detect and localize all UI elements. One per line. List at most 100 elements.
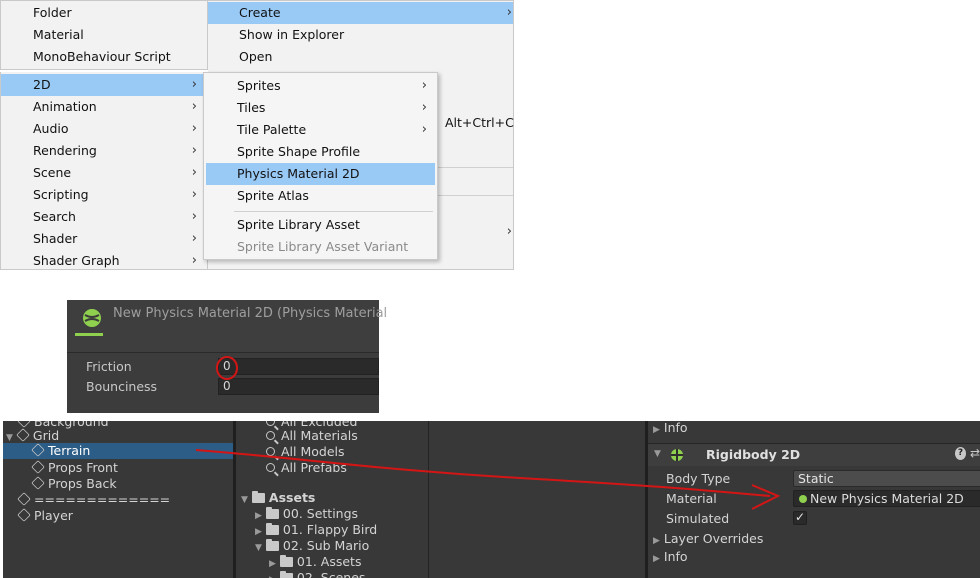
menu-item-scripting[interactable]: Scripting ›	[1, 184, 207, 206]
folder-label: 01. Assets	[296, 554, 362, 569]
submenu-item-label: Tile Palette	[237, 122, 307, 137]
folder-00-settings[interactable]: ▶ 00. Settings	[255, 506, 358, 522]
hierarchy-row-separator[interactable]: =============	[17, 492, 170, 508]
simulated-checkbox[interactable]: ✓	[793, 510, 807, 525]
chevron-right-icon: ›	[191, 77, 197, 92]
layer-overrides-foldout[interactable]: ▶ Layer Overrides	[653, 531, 763, 547]
menu-item-label: Folder	[33, 5, 72, 20]
friction-field[interactable]: 0	[218, 358, 379, 375]
menu-item-shader[interactable]: Shader ›	[1, 228, 207, 250]
project-panel: All Excluded All Materials All Models Al…	[236, 421, 428, 578]
bounciness-field[interactable]: 0	[218, 378, 379, 395]
search-all-materials[interactable]: All Materials	[266, 428, 358, 444]
expand-right-icon: ▶	[653, 425, 660, 435]
body-type-value: Static	[798, 471, 834, 486]
chevron-right-icon: ›	[191, 121, 197, 136]
menu-item-label: Material	[33, 27, 84, 42]
material-object-field[interactable]: New Physics Material 2D	[793, 490, 980, 507]
info-foldout-top[interactable]: ▶ Info	[653, 421, 688, 436]
folder-02-sub-mario[interactable]: ▼ 02. Sub Mario	[255, 538, 369, 554]
folder-02-scenes[interactable]: ▶02. Scenes	[269, 570, 365, 578]
hierarchy-label: Terrain	[48, 443, 91, 458]
folder-01-assets[interactable]: ▶ 01. Assets	[269, 554, 361, 570]
submenu-item-label: Physics Material 2D	[237, 166, 360, 181]
menu-item-label: 2D	[33, 77, 51, 92]
submenu-item-sprite-library-asset[interactable]: Sprite Library Asset	[204, 214, 437, 236]
material-label: Material	[666, 491, 717, 506]
expand-right-icon: ▶	[255, 511, 262, 521]
project-content-area	[429, 421, 645, 578]
physics-material-icon	[799, 495, 807, 503]
submenu-item-label: Sprite Shape Profile	[237, 144, 361, 159]
submenu-item-label: Sprite Atlas	[237, 188, 309, 203]
check-icon: ✓	[795, 510, 806, 524]
menu-item-animation[interactable]: Animation ›	[1, 96, 207, 118]
expand-down-icon: ▼	[654, 449, 661, 459]
submenu-item-tiles[interactable]: Tiles ›	[204, 97, 437, 119]
submenu-item-label: Sprites	[237, 78, 281, 93]
hierarchy-row-grid[interactable]: ▼ Grid	[6, 428, 59, 444]
menu-item-shader-graph[interactable]: Shader Graph ›	[1, 250, 207, 272]
submenu-item-sprite-atlas[interactable]: Sprite Atlas	[204, 185, 437, 207]
help-icon[interactable]: ?	[955, 447, 966, 460]
bounciness-value: 0	[223, 379, 231, 393]
hierarchy-label: Props Front	[48, 460, 118, 475]
menu-item-scene[interactable]: Scene ›	[1, 162, 207, 184]
rigidbody-inspector: ▶ Info ▼ Rigidbody 2D ? ⇄ Body Type Stati…	[648, 421, 980, 578]
hierarchy-row-terrain[interactable]: Terrain	[3, 443, 233, 459]
context-item-create[interactable]: Create ›	[208, 2, 513, 24]
expand-right-icon: ▶	[653, 536, 660, 546]
search-icon	[266, 421, 275, 426]
chevron-right-icon: ›	[191, 143, 197, 158]
menu-item-label: Shader Graph	[33, 253, 120, 268]
context-item-open[interactable]: Open	[208, 46, 513, 68]
menu-item-label: Search	[33, 209, 76, 224]
menu-item-audio[interactable]: Audio ›	[1, 118, 207, 140]
friction-label: Friction	[86, 359, 132, 374]
rigidbody-header[interactable]: ▼ Rigidbody 2D ? ⇄	[648, 444, 980, 466]
menu-item-search[interactable]: Search ›	[1, 206, 207, 228]
folder-label: 00. Settings	[282, 506, 359, 521]
folder-icon	[265, 507, 279, 519]
folder-01-flappy-bird[interactable]: ▶ 01. Flappy Bird	[255, 522, 377, 538]
info-foldout[interactable]: ▶ Info	[653, 549, 688, 565]
shortcut-label: Alt+Ctrl+C	[445, 115, 514, 130]
expand-right-icon: ▶	[269, 559, 276, 569]
context-item-label: Open	[239, 49, 273, 64]
chevron-right-icon: ›	[421, 100, 427, 115]
chevron-right-icon: ›	[421, 122, 427, 137]
expand-down-icon: ▼	[6, 433, 13, 443]
folder-icon	[265, 523, 279, 535]
menu-item-monobehaviour-script[interactable]: MonoBehaviour Script	[1, 46, 207, 68]
hierarchy-label: Grid	[32, 428, 60, 443]
menu-item-folder[interactable]: Folder	[1, 2, 207, 24]
menu-item-material[interactable]: Material	[1, 24, 207, 46]
hierarchy-row-props-front[interactable]: Props Front	[31, 460, 118, 476]
submenu-item-sprites[interactable]: Sprites ›	[204, 75, 437, 97]
chevron-right-icon: ›	[191, 165, 197, 180]
presets-icon[interactable]: ⇄	[970, 446, 980, 460]
submenu-item-tile-palette[interactable]: Tile Palette ›	[204, 119, 437, 141]
chevron-right-icon: ›	[191, 253, 197, 268]
hierarchy-row-player[interactable]: Player	[17, 508, 73, 524]
menu-item-label: Animation	[33, 99, 97, 114]
hierarchy-row-content: Terrain	[31, 443, 91, 459]
context-item-label: Create	[239, 5, 281, 20]
folder-label: 02. Scenes	[296, 570, 366, 578]
search-all-models[interactable]: All Models	[266, 444, 345, 460]
gameobject-icon	[17, 492, 31, 506]
hierarchy-row-props-back[interactable]: Props Back	[31, 476, 117, 492]
assets-root[interactable]: ▼ Assets	[241, 490, 315, 506]
menu-item-label: Rendering	[33, 143, 97, 158]
context-item-label: Show in Explorer	[239, 27, 345, 42]
submenu-item-physics-material-2d[interactable]: Physics Material 2D	[206, 163, 435, 185]
search-label: All Materials	[281, 428, 358, 443]
chevron-right-icon: ›	[191, 99, 197, 114]
menu-item-2d[interactable]: 2D ›	[1, 74, 207, 96]
context-item-show-in-explorer[interactable]: Show in Explorer	[208, 24, 513, 46]
menu-item-rendering[interactable]: Rendering ›	[1, 140, 207, 162]
component-enabled-checkbox[interactable]	[690, 449, 701, 460]
body-type-dropdown[interactable]: Static	[793, 470, 980, 487]
search-all-prefabs[interactable]: All Prefabs	[266, 460, 347, 476]
submenu-item-sprite-shape-profile[interactable]: Sprite Shape Profile	[204, 141, 437, 163]
